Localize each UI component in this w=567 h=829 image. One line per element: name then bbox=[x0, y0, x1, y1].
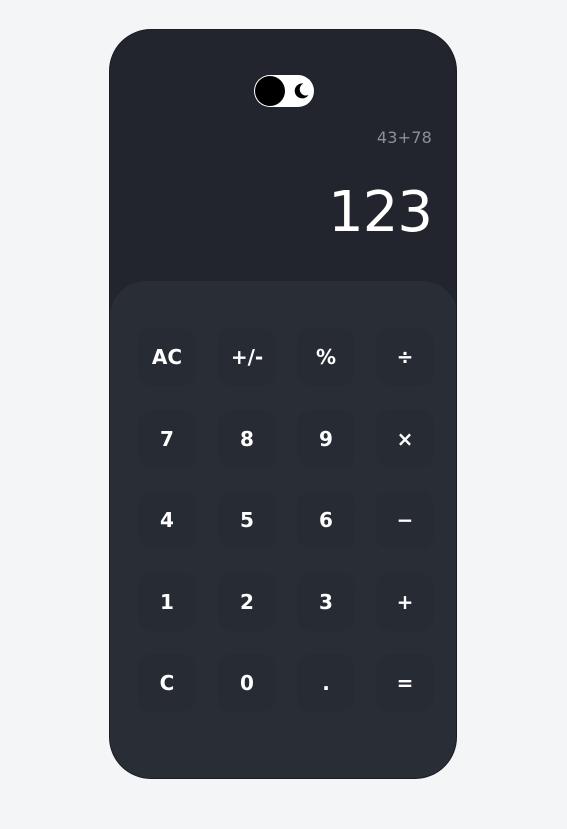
key-multiply[interactable]: × bbox=[376, 410, 434, 468]
key-ac[interactable]: AC bbox=[138, 328, 196, 386]
key-0[interactable]: 0 bbox=[218, 654, 276, 712]
key-minus[interactable]: − bbox=[376, 491, 434, 549]
toggle-knob bbox=[255, 76, 285, 106]
key-percent[interactable]: % bbox=[297, 328, 355, 386]
key-4[interactable]: 4 bbox=[138, 491, 196, 549]
moon-icon bbox=[294, 83, 309, 99]
key-7[interactable]: 7 bbox=[138, 410, 196, 468]
key-3[interactable]: 3 bbox=[297, 573, 355, 631]
result-display: 123 bbox=[328, 180, 433, 245]
key-8[interactable]: 8 bbox=[218, 410, 276, 468]
expression-display: 43+78 bbox=[376, 128, 432, 147]
key-6[interactable]: 6 bbox=[297, 491, 355, 549]
key-9[interactable]: 9 bbox=[297, 410, 355, 468]
key-plus-minus[interactable]: +/- bbox=[218, 328, 276, 386]
keypad: AC +/- % ÷ 7 8 9 × 4 5 6 − 1 2 3 + C 0 .… bbox=[110, 281, 456, 778]
key-c[interactable]: C bbox=[138, 654, 196, 712]
key-equals[interactable]: = bbox=[376, 654, 434, 712]
key-1[interactable]: 1 bbox=[138, 573, 196, 631]
theme-toggle[interactable] bbox=[254, 75, 314, 107]
key-decimal[interactable]: . bbox=[297, 654, 355, 712]
key-2[interactable]: 2 bbox=[218, 573, 276, 631]
key-divide[interactable]: ÷ bbox=[376, 328, 434, 386]
key-5[interactable]: 5 bbox=[218, 491, 276, 549]
calculator-app: 43+78 123 AC +/- % ÷ 7 8 9 × 4 5 6 − 1 2… bbox=[109, 29, 457, 779]
key-plus[interactable]: + bbox=[376, 573, 434, 631]
